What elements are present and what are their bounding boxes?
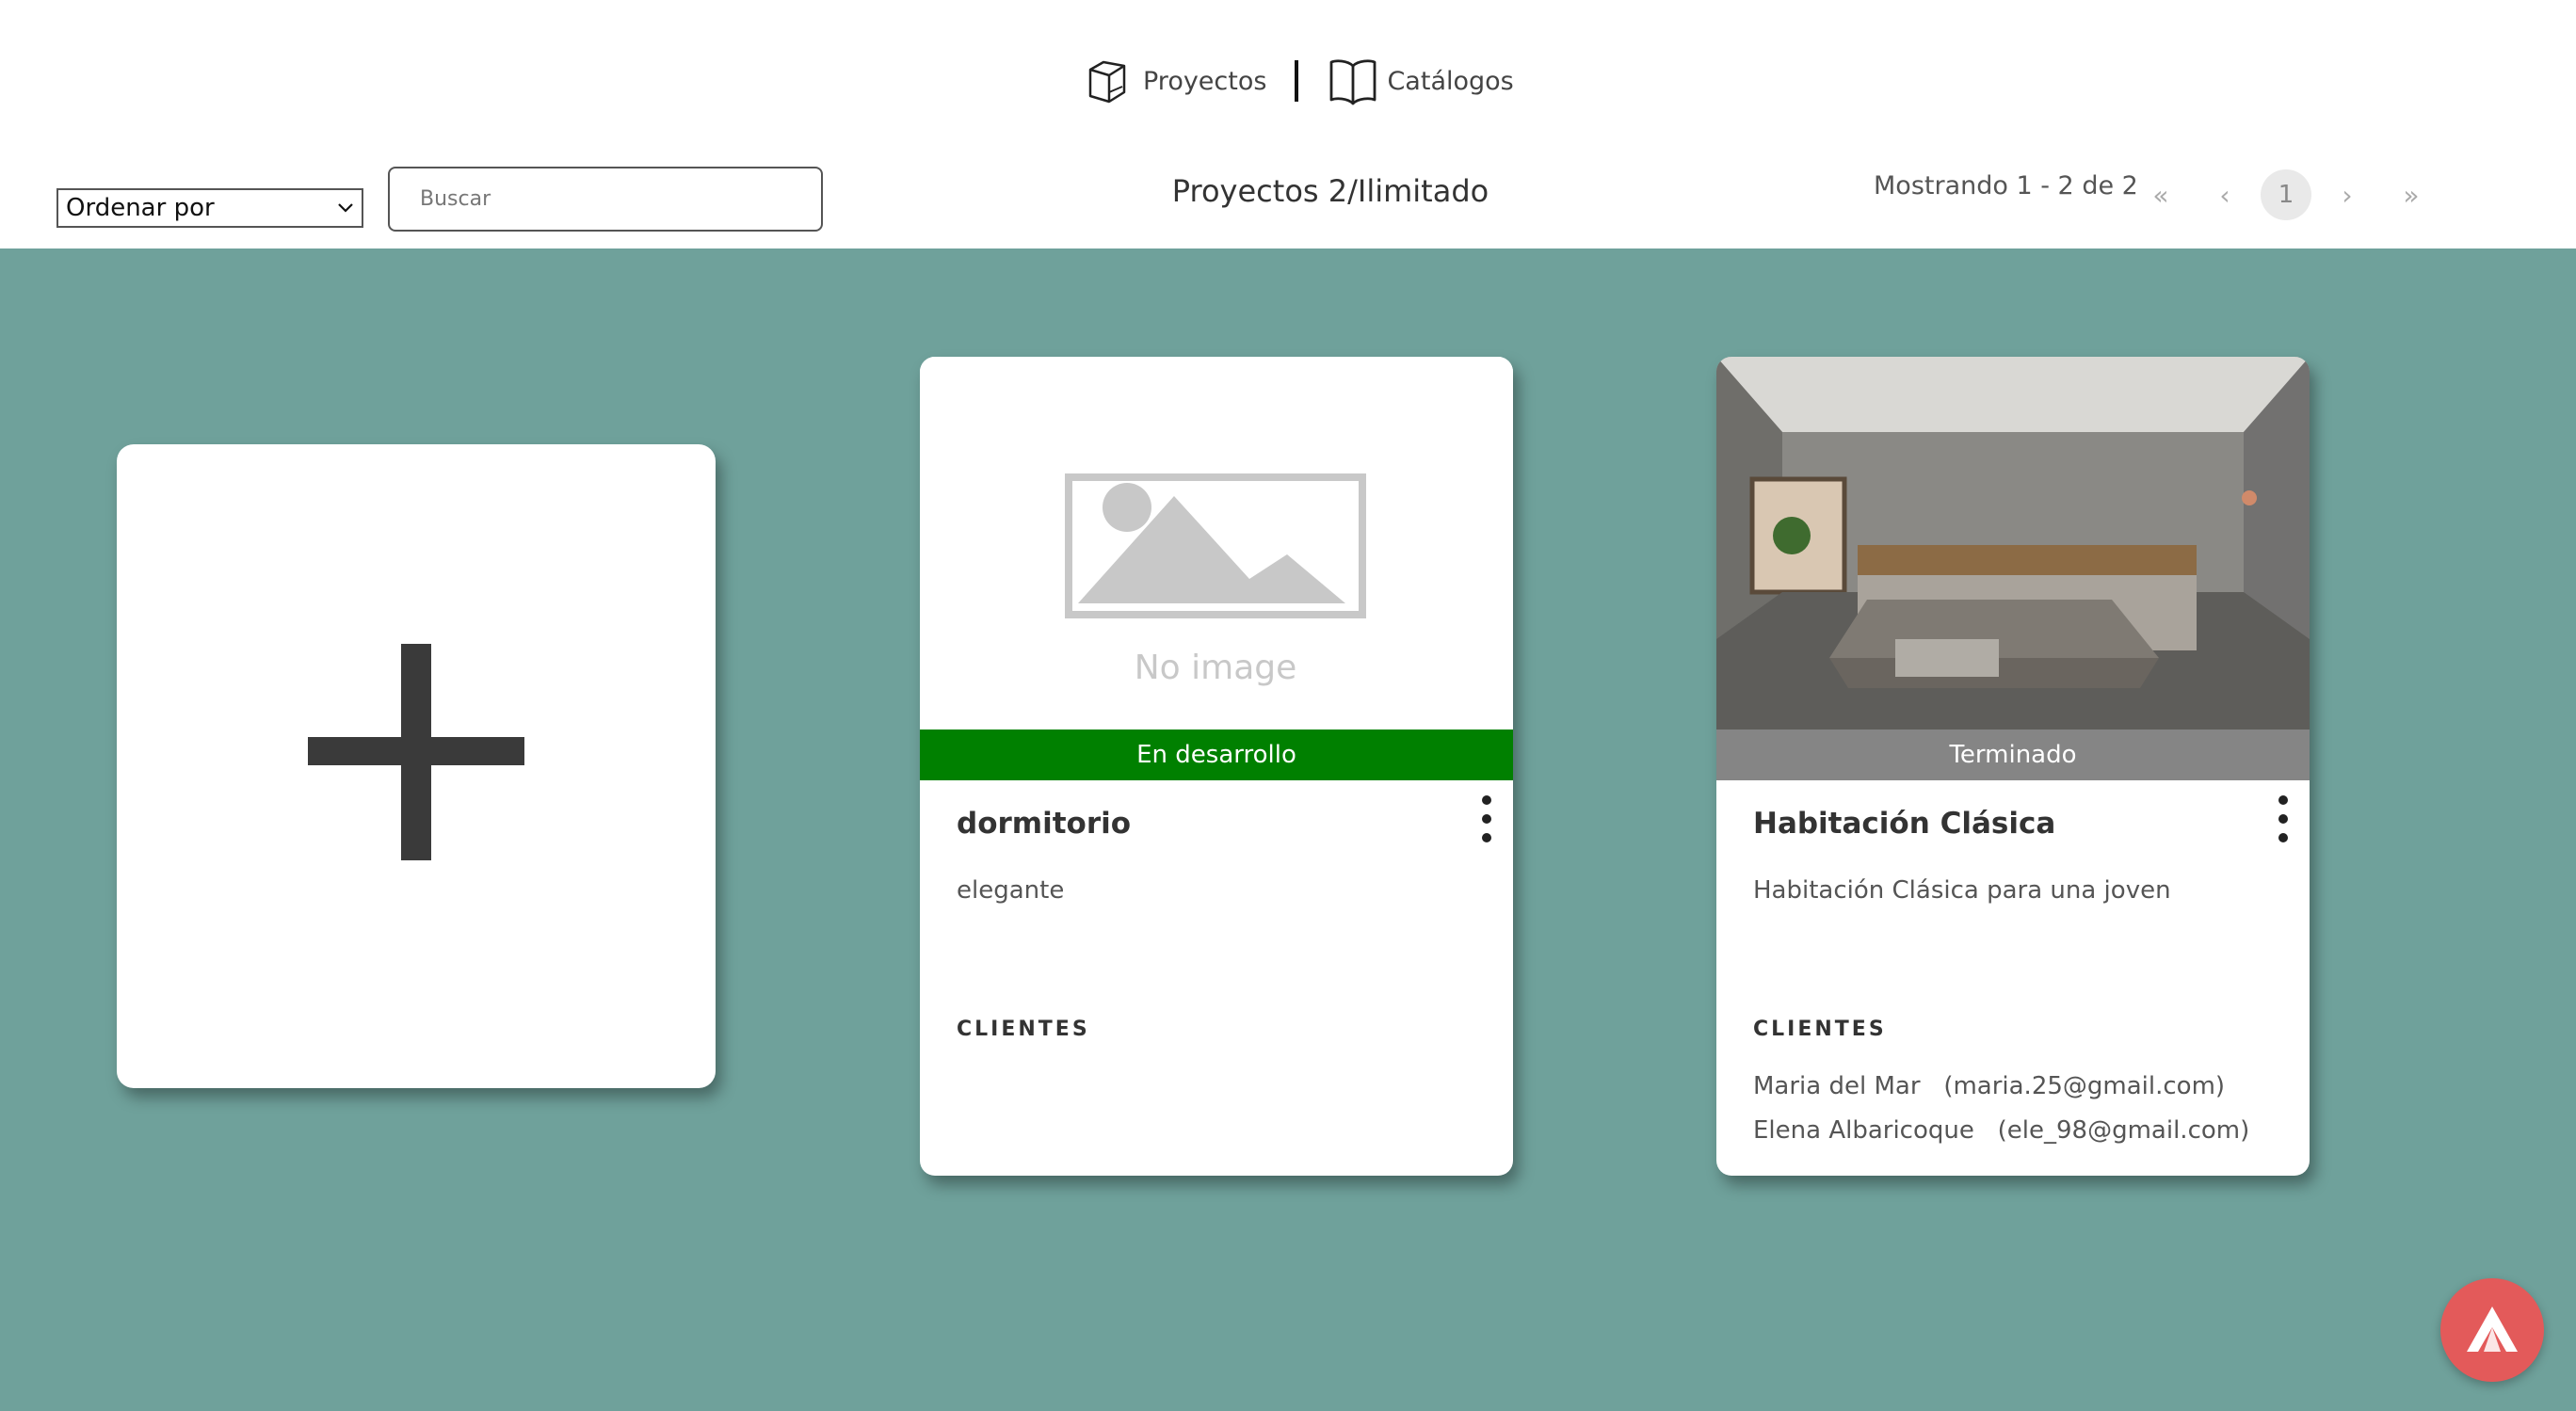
add-project-card[interactable] [117,444,716,1088]
clients-label: CLIENTES [957,1018,1090,1041]
card-title: Habitación Clásica [1753,807,2056,841]
client-item: Elena Albaricoque (ele_98@gmail.com) [1753,1116,2250,1145]
card-title: dormitorio [957,807,1132,841]
help-fab-button[interactable] [2440,1278,2544,1382]
main-nav: Proyectos Catálogos [1083,55,1514,107]
more-options-icon[interactable] [2274,795,2293,842]
nav-projects-label: Proyectos [1143,66,1267,96]
pager-page-1[interactable]: 1 [2261,169,2311,220]
bedroom-render-image [1716,357,2310,730]
more-options-icon[interactable] [1477,795,1496,842]
status-badge: En desarrollo [920,730,1513,780]
client-item: Maria del Mar (maria.25@gmail.com) [1753,1072,2226,1100]
box-3d-icon [1088,60,1126,104]
open-book-icon [1330,59,1377,105]
pager-next-button[interactable]: › [2322,169,2373,220]
pager-first-button[interactable]: « [2135,169,2186,220]
status-badge: Terminado [1716,730,2310,780]
top-bar: Proyectos Catálogos Ordenar por Proyecto… [0,0,2576,249]
card-description: elegante [957,876,1065,905]
no-image-placeholder: No image [920,357,1513,730]
clients-label: CLIENTES [1753,1018,1887,1041]
search-input[interactable] [388,167,823,232]
pager-summary: Mostrando 1 - 2 de 2 [1874,171,2138,200]
nav-catalogs-label: Catálogos [1387,66,1514,96]
card-description: Habitación Clásica para una joven [1753,876,2171,905]
plus-icon-bar [308,737,524,765]
project-card[interactable]: No image En desarrollo dormitorio elegan… [920,357,1513,1176]
sort-select-value: Ordenar por [66,194,215,222]
projects-grid: No image En desarrollo dormitorio elegan… [0,249,2576,1411]
pager-prev-button[interactable]: ‹ [2199,169,2250,220]
pager-last-button[interactable]: » [2386,169,2437,220]
project-card[interactable]: Terminado Habitación Clásica Habitación … [1716,357,2310,1176]
chevron-down-icon [338,203,353,213]
page-title: Proyectos 2/Ilimitado [1171,173,1489,209]
nav-catalogs[interactable]: Catálogos [1327,55,1514,107]
nav-projects[interactable]: Proyectos [1083,55,1266,107]
nav-divider [1295,60,1299,102]
tent-logo-icon [2467,1307,2518,1352]
no-image-label: No image [1135,649,1297,687]
sort-select[interactable]: Ordenar por [56,188,363,228]
